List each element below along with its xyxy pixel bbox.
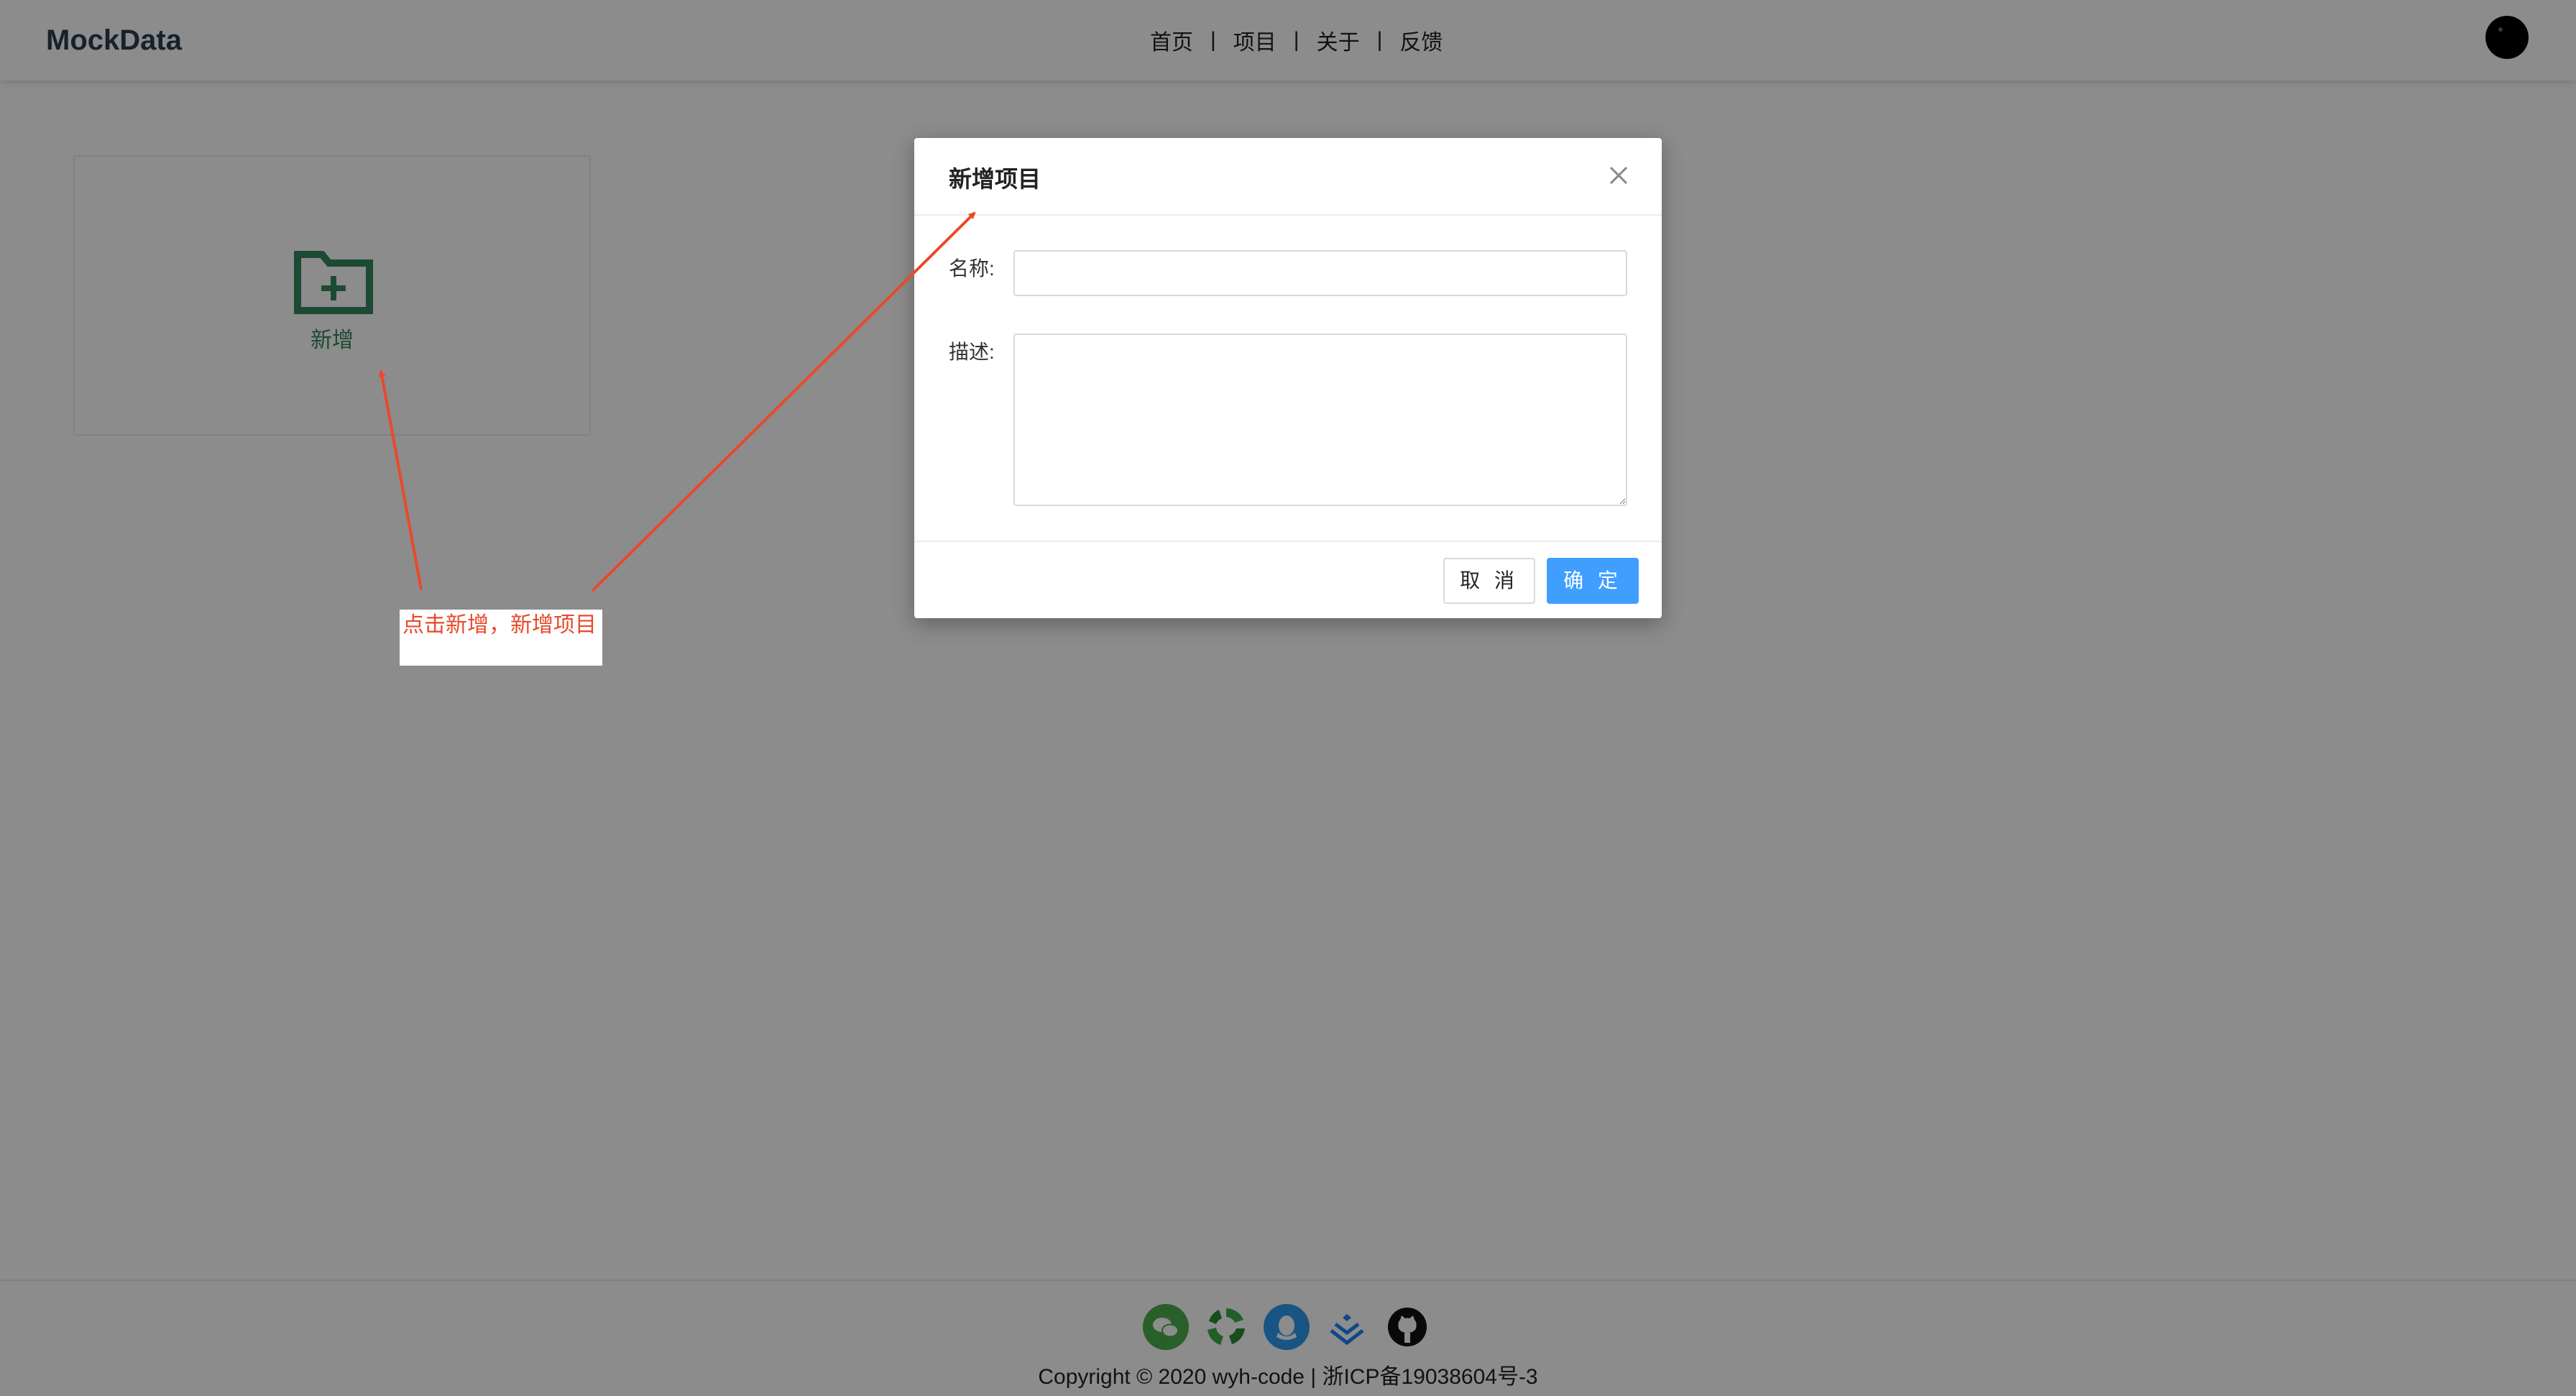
new-project-dialog: 新增项目 名称: 描述: 取 消 确 定 (914, 138, 1662, 618)
close-icon[interactable] (1604, 161, 1633, 190)
dialog-footer: 取 消 确 定 (914, 541, 1662, 618)
name-label: 名称: (949, 257, 995, 280)
page: MockData 首页 | 项目 | 关于 | 反馈 新增 Copyright … (0, 0, 2576, 1396)
annotation-callout: 点击新增，新增项目 (400, 610, 602, 666)
dialog-title: 新增项目 (949, 166, 1041, 192)
description-textarea[interactable] (1013, 334, 1627, 506)
cancel-button[interactable]: 取 消 (1443, 558, 1535, 604)
dialog-header: 新增项目 (914, 138, 1662, 216)
name-input[interactable] (1013, 250, 1627, 296)
confirm-button[interactable]: 确 定 (1547, 558, 1639, 604)
description-label: 描述: (949, 341, 995, 363)
